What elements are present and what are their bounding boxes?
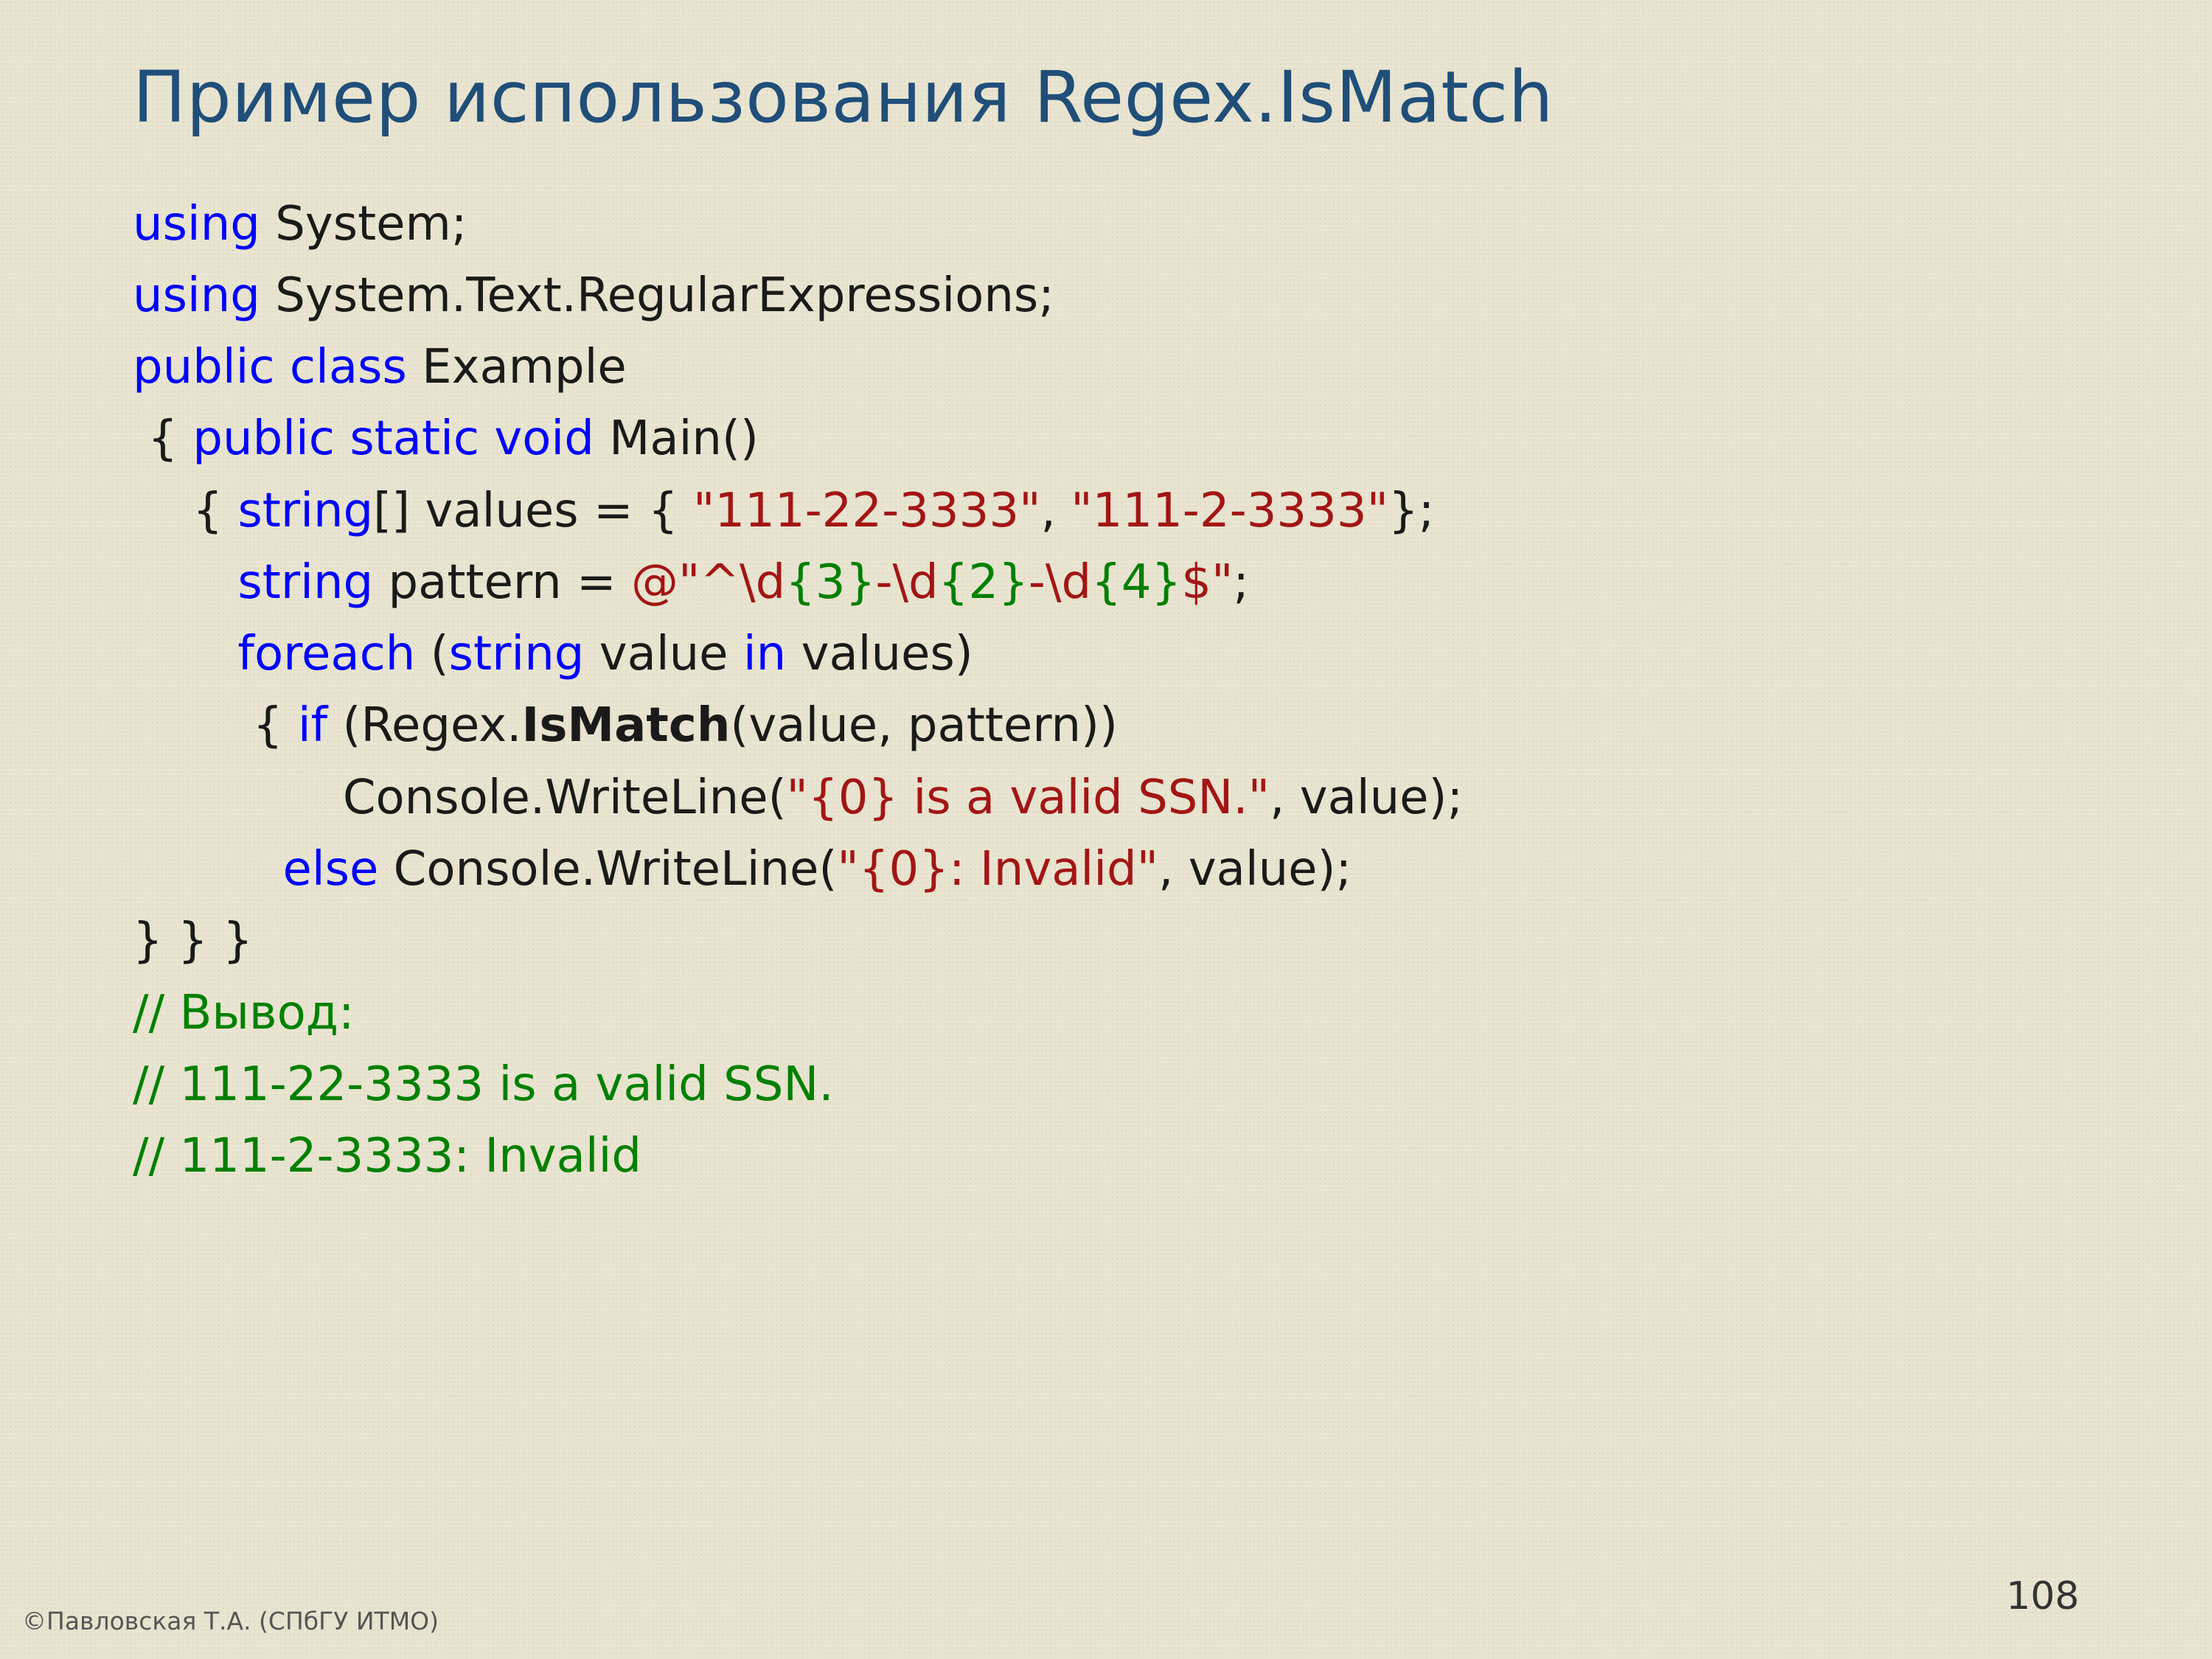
code-text: System; (260, 197, 467, 251)
code-line: // 111-2-3333: Invalid (133, 1121, 2079, 1192)
comment: // 111-22-3333 is a valid SSN. (133, 1057, 834, 1112)
keyword: in (743, 627, 786, 681)
code-line: // Вывод: (133, 978, 2079, 1049)
code-text: [] values = { (373, 484, 693, 538)
slide-title: Пример использования Regex.IsMatch (133, 59, 2079, 137)
code-text: Example (407, 340, 627, 394)
keyword: string (237, 484, 373, 538)
string-literal: "{0}: Invalid" (837, 842, 1158, 897)
code-text: { (133, 698, 298, 753)
code-line: } } } (133, 905, 2079, 977)
string-literal: "{0} is a valid SSN." (787, 771, 1270, 825)
code-text: , value); (1158, 842, 1352, 897)
code-line: foreach (string value in values) (133, 619, 2079, 690)
regex-part: -\d (1029, 555, 1091, 610)
code-text: Console.WriteLine( (378, 842, 837, 897)
code-text: { (133, 411, 192, 466)
string-literal: @" (631, 555, 700, 610)
regex-quantifier: {4} (1091, 555, 1181, 610)
regex-part: -\d (875, 555, 938, 610)
code-line: using System.Text.RegularExpressions; (133, 260, 2079, 332)
comment: // Вывод: (133, 986, 355, 1040)
keyword: using (133, 197, 260, 251)
code-text: Console.WriteLine( (133, 771, 787, 825)
slide: Пример использования Regex.IsMatch using… (0, 0, 2212, 1659)
keyword: string (237, 555, 373, 610)
code-text: values) (786, 627, 973, 681)
keyword: public class (133, 340, 407, 394)
code-text (133, 627, 237, 681)
code-text (133, 842, 282, 897)
regex-quantifier: {3} (785, 555, 875, 610)
keyword: foreach (237, 627, 415, 681)
code-text: (value, pattern)) (730, 698, 1118, 753)
keyword: else (282, 842, 378, 897)
keyword: public static void (192, 411, 594, 466)
code-text: (Regex. (327, 698, 521, 753)
code-line: { string[] values = { "111-22-3333", "11… (133, 476, 2079, 547)
code-text: ( (415, 627, 448, 681)
page-number: 108 (2006, 1574, 2079, 1618)
code-text: System.Text.RegularExpressions; (260, 268, 1054, 323)
code-text: { (133, 484, 237, 538)
regex-part: $" (1181, 555, 1233, 610)
code-line: { public static void Main() (133, 403, 2079, 475)
method-name-bold: IsMatch (522, 698, 731, 753)
regex-quantifier: {2} (939, 555, 1029, 610)
code-line: string pattern = @"^\d{3}-\d{2}-\d{4}$"; (133, 547, 2079, 619)
regex-part: ^\d (700, 555, 785, 610)
string-literal: "111-22-3333" (693, 484, 1041, 538)
code-line: // 111-22-3333 is a valid SSN. (133, 1049, 2079, 1121)
code-text: pattern = (373, 555, 631, 610)
string-literal: "111-2-3333" (1071, 484, 1388, 538)
code-text: ; (1233, 555, 1249, 610)
code-text (133, 555, 237, 610)
code-line: Console.WriteLine("{0} is a valid SSN.",… (133, 762, 2079, 834)
code-block: using System; using System.Text.RegularE… (133, 189, 2079, 1193)
code-text: value (584, 627, 743, 681)
code-line: public class Example (133, 332, 2079, 403)
keyword: if (298, 698, 327, 753)
code-line: { if (Regex.IsMatch(value, pattern)) (133, 690, 2079, 762)
code-text: Main() (594, 411, 759, 466)
code-text: } } } (133, 914, 253, 968)
keyword: string (449, 627, 585, 681)
code-text: , value); (1270, 771, 1463, 825)
code-line: else Console.WriteLine("{0}: Invalid", v… (133, 834, 2079, 905)
code-text: , (1041, 484, 1071, 538)
comment: // 111-2-3333: Invalid (133, 1129, 641, 1183)
footer-copyright: ©Павловская Т.А. (СПбГУ ИТМО) (22, 1607, 439, 1635)
code-text: }; (1388, 484, 1434, 538)
keyword: using (133, 268, 260, 323)
code-line: using System; (133, 189, 2079, 260)
